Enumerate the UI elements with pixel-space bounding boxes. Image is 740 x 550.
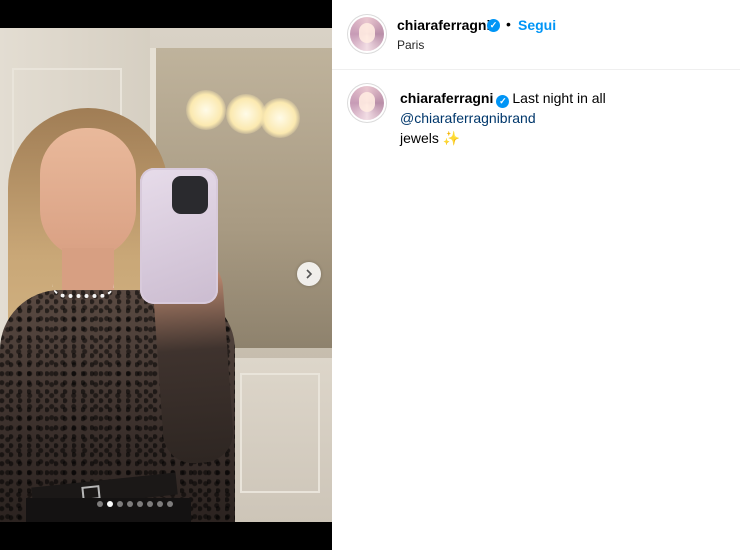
post-photo[interactable]	[0, 28, 332, 522]
lamp-glow	[186, 90, 226, 130]
verified-badge-icon: ✓	[496, 95, 510, 108]
person-necklace	[52, 284, 114, 298]
author-avatar[interactable]	[350, 17, 384, 51]
post-caption: chiaraferragni ✓ Last night in all @chiara…	[400, 88, 736, 148]
carousel-dot[interactable]	[147, 501, 153, 507]
lamp-glow	[260, 98, 300, 138]
follow-button[interactable]: Segui	[518, 17, 556, 33]
post-location[interactable]: Paris	[397, 38, 424, 52]
caption-username[interactable]: chiaraferragni	[400, 90, 493, 106]
carousel-dot[interactable]	[107, 501, 113, 507]
verified-badge-icon: ✓	[487, 19, 500, 32]
caption-text-end: jewels ✨	[400, 130, 461, 146]
carousel-indicator	[97, 501, 173, 507]
next-slide-button[interactable]	[297, 262, 321, 286]
author-username[interactable]: chiaraferragni	[397, 17, 490, 33]
carousel-dot[interactable]	[97, 501, 103, 507]
phone-camera	[172, 176, 208, 214]
caption-mention-link[interactable]: @chiaraferragnibrand	[400, 110, 536, 126]
follow-separator: •	[506, 16, 511, 32]
person-face	[40, 128, 136, 258]
carousel-dot[interactable]	[117, 501, 123, 507]
caption-text: Last night in all	[512, 90, 606, 106]
wall-panel	[240, 373, 320, 493]
carousel-dot[interactable]	[137, 501, 143, 507]
post-sidebar: chiaraferragni ✓ • Segui Paris chiarafer…	[332, 0, 740, 550]
chevron-right-icon	[306, 269, 313, 279]
post-media	[0, 0, 332, 550]
caption-author-avatar[interactable]	[350, 86, 384, 120]
carousel-dot[interactable]	[127, 501, 133, 507]
post-header: chiaraferragni ✓ • Segui Paris	[332, 0, 740, 70]
carousel-dot[interactable]	[157, 501, 163, 507]
carousel-dot[interactable]	[167, 501, 173, 507]
